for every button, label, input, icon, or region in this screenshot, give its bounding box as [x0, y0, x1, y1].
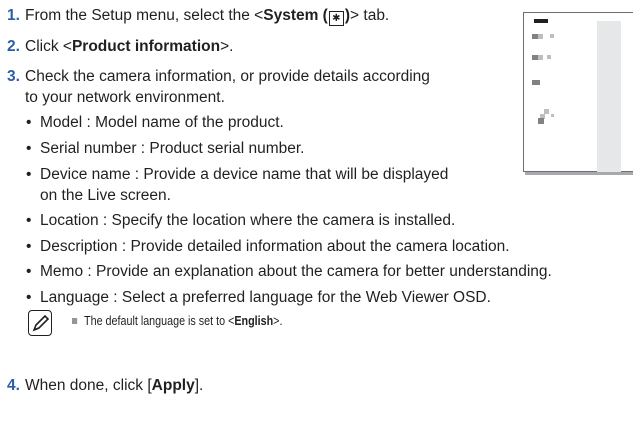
thumbnail-block	[550, 34, 554, 38]
thumbnail-block	[538, 118, 544, 124]
pencil-note-icon	[32, 314, 50, 332]
step-number: 2.	[7, 38, 20, 55]
thumbnail-shadow	[525, 172, 633, 175]
pencil-note-icon	[28, 310, 52, 336]
bullet-model: • Model : Model name of the product.	[26, 114, 284, 131]
bullet-language: • Language : Select a preferred language …	[26, 289, 491, 306]
step-number: 1.	[7, 7, 20, 24]
bullet-location: • Location : Specify the location where t…	[26, 212, 456, 229]
step-1: 1. From the Setup menu, select the <Syste…	[7, 7, 390, 26]
step-2: 2. Click <Product information>.	[7, 38, 234, 55]
step-number: 4.	[7, 377, 20, 394]
step-number: 3.	[7, 68, 20, 85]
thumbnail-title-bar	[534, 19, 548, 23]
bullet-description: • Description : Provide detailed informat…	[26, 238, 510, 255]
bullet-memo: • Memo : Provide an explanation about the…	[26, 263, 552, 280]
thumbnail-block	[544, 109, 549, 114]
note-bullet	[72, 318, 78, 324]
bullet-device-name-continuation: on the Live screen.	[40, 187, 171, 204]
gear-icon: ✱	[328, 11, 344, 26]
step-4: 4. When done, click [Apply].	[7, 377, 204, 394]
thumbnail-block	[538, 55, 543, 60]
thumbnail-block	[538, 34, 543, 39]
bullet-serial-number: • Serial number : Product serial number.	[26, 140, 305, 157]
thumbnail-block	[551, 114, 554, 117]
thumbnail-block	[532, 80, 540, 85]
note-text: The default language is set to <English>…	[72, 314, 282, 328]
step-3: 3. Check the camera information, or provi…	[7, 68, 430, 85]
step-3-continuation: to your network environment.	[25, 89, 225, 106]
bullet-device-name: • Device name : Provide a device name tha…	[26, 166, 449, 183]
screenshot-thumbnail	[523, 12, 633, 173]
thumbnail-block	[547, 55, 551, 59]
thumbnail-column	[597, 21, 621, 173]
